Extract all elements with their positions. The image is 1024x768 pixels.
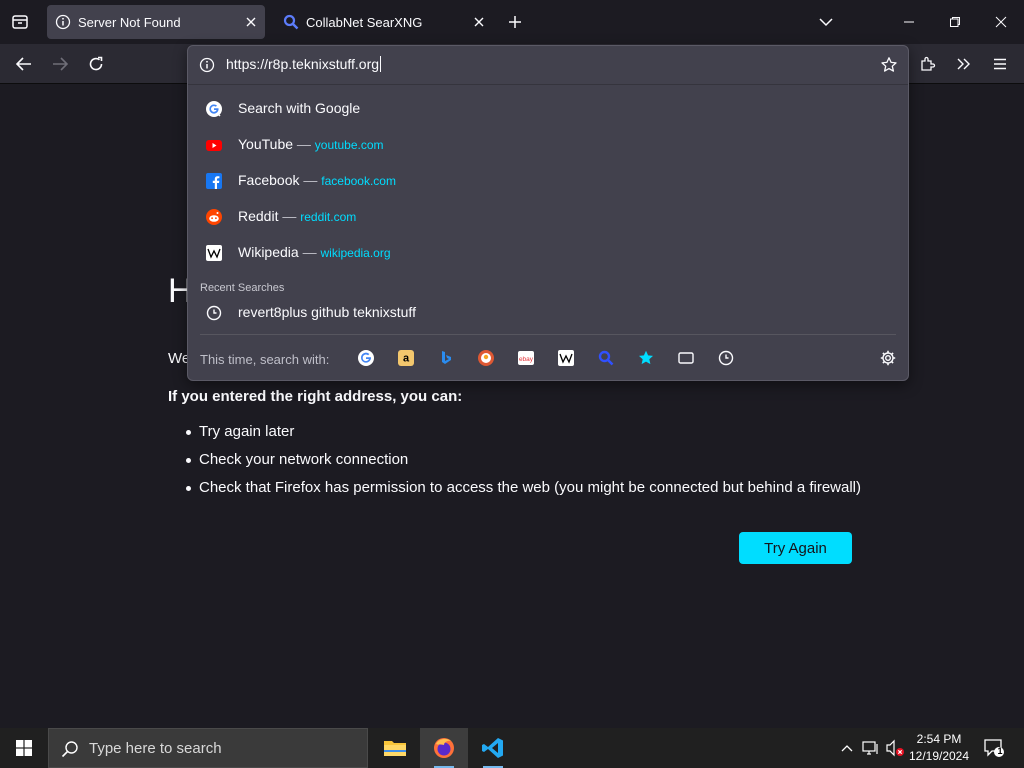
youtube-icon [205,136,223,154]
notification-center-icon[interactable]: 1 [981,736,1007,760]
tab-title: CollabNet SearXNG [306,14,423,30]
wikipedia-icon[interactable] [556,348,576,368]
suggestion-search-google[interactable]: Search with Google [188,90,908,126]
recent-search-label: revert8plus github teknixstuff [238,304,416,320]
new-tab-plus-icon[interactable] [503,10,527,34]
separator: — [302,244,317,260]
suggestion-list: Try again later Check your network conne… [168,420,861,504]
magnifier-icon [283,14,299,30]
duckduckgo-icon[interactable] [476,348,496,368]
minimize-icon[interactable] [897,10,921,34]
suggestion-youtube[interactable]: YouTube — youtube.com [188,126,908,162]
file-explorer-icon[interactable] [371,728,419,768]
notification-count: 1 [997,746,1003,756]
search-icon [61,740,79,758]
reddit-icon [205,208,223,226]
history-icon[interactable] [716,348,736,368]
separator: — [303,172,318,188]
separator: — [296,136,311,152]
forward-arrow-icon[interactable] [48,52,72,76]
urlbar: https://r8p.teknixstuff.org [188,46,908,85]
recent-searches-heading: Recent Searches [200,282,285,294]
bing-icon[interactable] [436,348,456,368]
tab-title: Server Not Found [78,14,181,30]
reload-icon[interactable] [84,52,108,76]
suggestion-url: facebook.com [321,174,396,188]
windows-start-icon[interactable] [0,728,48,768]
suggestion-facebook[interactable]: Facebook — facebook.com [188,162,908,198]
overflow-chevrons-icon[interactable] [952,52,976,76]
suggestion-label: Facebook [238,172,300,188]
clock-time: 2:54 PM [916,732,962,746]
list-item: Check your network connection [168,448,861,476]
google-icon[interactable] [356,348,376,368]
google-icon [205,100,223,118]
close-tab-icon[interactable] [243,14,259,30]
back-arrow-icon[interactable] [12,52,36,76]
close-window-icon[interactable] [989,10,1013,34]
list-item: Try again later [168,420,861,448]
suggestion-url: wikipedia.org [320,246,391,260]
clock-date: 12/19/2024 [908,749,970,763]
try-again-button[interactable]: Try Again [739,532,852,564]
tab-collabnet-searxng[interactable]: CollabNet SearXNG [275,5,493,39]
svg-text:a: a [403,353,410,365]
firefox-view-icon[interactable] [8,10,32,34]
extensions-puzzle-icon[interactable] [916,52,940,76]
taskbar-search-box[interactable]: Type here to search [48,728,368,768]
suggestion-reddit[interactable]: Reddit — reddit.com [188,198,908,234]
restore-icon[interactable] [943,10,967,34]
bookmarks-star-icon[interactable] [636,348,656,368]
list-all-tabs-chevron-icon[interactable] [814,10,838,34]
taskbar-search-placeholder: Type here to search [89,740,222,757]
recent-search-item[interactable]: revert8plus github teknixstuff [188,294,908,330]
tabs-icon[interactable] [676,348,696,368]
amazon-icon[interactable]: a [396,348,416,368]
divider [200,334,896,335]
text-caret [380,56,382,72]
suggestion-wikipedia[interactable]: Wikipedia — wikipedia.org [188,234,908,270]
url-input-value: https://r8p.teknixstuff.org [226,56,380,72]
suggestion-url: youtube.com [314,138,384,152]
one-off-search-label: This time, search with: [200,352,330,367]
network-icon[interactable] [861,738,881,758]
close-tab-icon[interactable] [471,14,487,30]
suggestion-label: Wikipedia [238,244,299,260]
tab-strip: Server Not Found CollabNet SearXNG [0,0,1024,44]
ebay-icon[interactable]: ebay [516,348,536,368]
suggestion-label: Search with Google [238,100,361,116]
facebook-icon [205,172,223,190]
separator: — [282,208,297,224]
suggestions-intro: If you entered the right address, you ca… [168,388,463,405]
wikipedia-icon [205,244,223,262]
searxng-icon[interactable] [596,348,616,368]
firefox-taskbar-icon[interactable] [420,728,468,768]
site-info-icon[interactable] [199,57,215,73]
tab-server-not-found[interactable]: Server Not Found [47,5,265,39]
hamburger-menu-icon[interactable] [988,52,1012,76]
info-icon [55,14,71,30]
search-settings-gear-icon[interactable] [878,348,898,368]
svg-text:ebay: ebay [519,356,534,363]
urlbar-dropdown: https://r8p.teknixstuff.org Search with … [187,45,909,381]
url-input[interactable]: https://r8p.teknixstuff.org [226,56,382,72]
suggestion-label: YouTube [238,136,294,152]
system-clock[interactable]: 2:54 PM 12/19/2024 [902,731,976,765]
list-item: Check that Firefox has permission to acc… [168,476,861,504]
show-hidden-icons-chevron-icon[interactable] [838,738,856,758]
vscode-icon[interactable] [469,728,517,768]
suggestion-url: reddit.com [300,210,357,224]
bookmark-star-icon[interactable] [880,56,898,74]
suggestion-label: Reddit [238,208,279,224]
history-clock-icon [205,304,223,322]
